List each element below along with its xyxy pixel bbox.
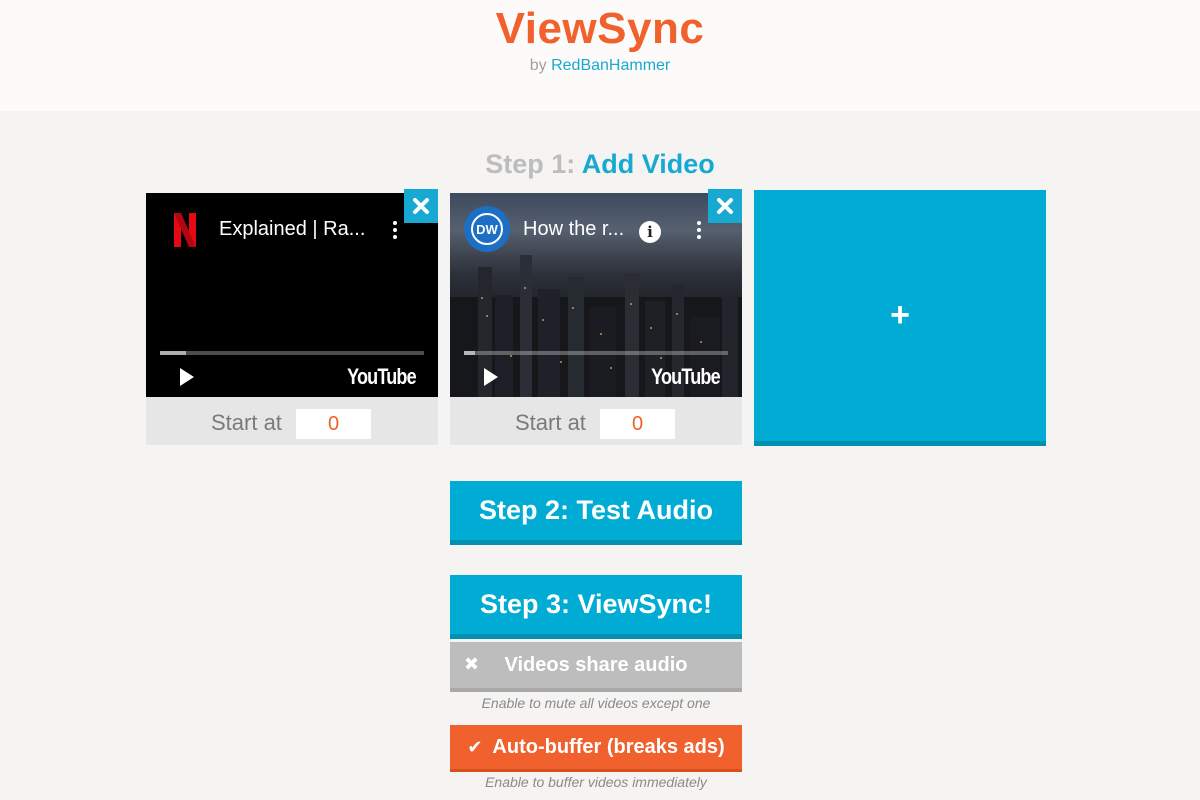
header: ViewSync by RedBanHammer: [0, 0, 1200, 111]
remove-video-button[interactable]: [708, 189, 742, 223]
test-audio-button[interactable]: Step 2: Test Audio: [450, 481, 742, 545]
video-card-2: DW How the r... i YouTube Start at: [450, 189, 742, 445]
share-audio-toggle[interactable]: ✖ Videos share audio: [450, 642, 742, 692]
more-options-icon[interactable]: [696, 221, 702, 243]
close-icon: ✖: [464, 654, 480, 674]
video-player-2[interactable]: DW How the r... i YouTube: [450, 193, 742, 397]
video-title[interactable]: How the r...: [523, 218, 624, 241]
info-icon[interactable]: i: [639, 221, 661, 243]
share-audio-label: Videos share audio: [504, 653, 688, 676]
start-at-input[interactable]: [296, 409, 371, 439]
netflix-logo-icon: [174, 213, 196, 247]
remove-video-button[interactable]: [404, 189, 438, 223]
dw-logo-text: DW: [471, 213, 503, 245]
video-card-1: Explained | Ra... YouTube Start at: [146, 189, 438, 445]
play-icon[interactable]: [180, 368, 194, 386]
step1-label: Add Video: [581, 149, 715, 179]
byline-prefix: by: [529, 57, 547, 74]
progress-bar[interactable]: [160, 351, 424, 355]
author-link[interactable]: RedBanHammer: [551, 57, 670, 74]
step1-prefix: Step 1:: [485, 149, 576, 179]
more-options-icon[interactable]: [392, 221, 398, 243]
check-icon: ✔: [467, 736, 483, 757]
start-at-label: Start at: [211, 410, 282, 435]
byline: by RedBanHammer: [0, 57, 1200, 75]
youtube-logo[interactable]: YouTube: [347, 364, 417, 390]
start-at-row: Start at: [146, 397, 438, 445]
progress-fill: [464, 351, 475, 355]
close-icon: [717, 198, 733, 214]
share-audio-hint: Enable to mute all videos except one: [481, 695, 711, 711]
video-title[interactable]: Explained | Ra...: [219, 218, 365, 241]
progress-bar[interactable]: [464, 351, 728, 355]
start-at-input[interactable]: [600, 409, 675, 439]
auto-buffer-label: Auto-buffer (breaks ads): [492, 735, 725, 758]
plus-icon: +: [890, 296, 910, 334]
video-player-1[interactable]: Explained | Ra... YouTube: [146, 193, 438, 397]
progress-fill: [160, 351, 187, 355]
start-at-label: Start at: [515, 410, 586, 435]
app-title: ViewSync: [495, 4, 705, 53]
step1-heading: Step 1: Add Video: [0, 149, 1200, 180]
viewsync-button[interactable]: Step 3: ViewSync!: [450, 575, 742, 639]
play-icon[interactable]: [484, 368, 498, 386]
auto-buffer-hint: Enable to buffer videos immediately: [485, 774, 707, 790]
add-video-button[interactable]: +: [754, 190, 1046, 446]
close-icon: [413, 198, 429, 214]
youtube-logo[interactable]: YouTube: [651, 364, 721, 390]
dw-logo-icon: DW: [464, 206, 510, 252]
auto-buffer-toggle[interactable]: ✔ Auto-buffer (breaks ads): [450, 725, 742, 772]
start-at-row: Start at: [450, 397, 742, 445]
